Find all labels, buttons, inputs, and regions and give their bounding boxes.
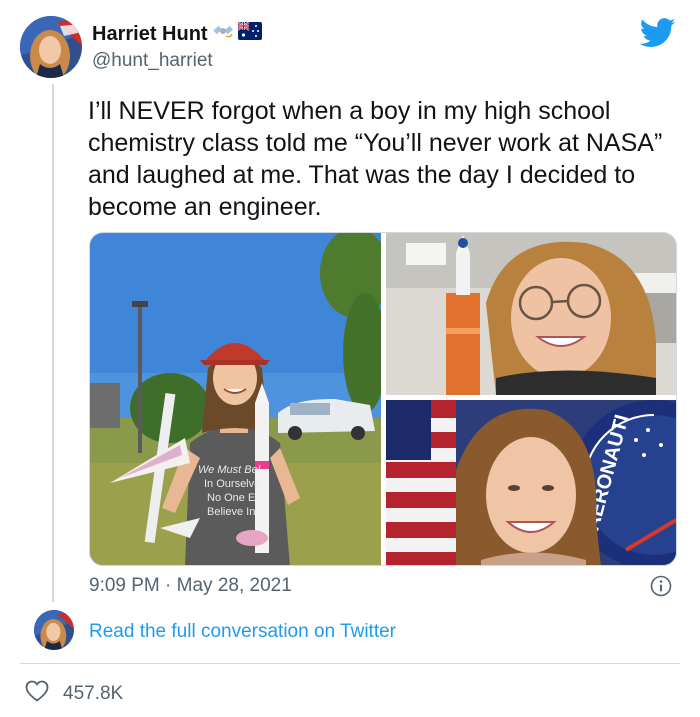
author-avatar[interactable] — [20, 16, 82, 78]
photo-selfie-model-rocket[interactable] — [386, 233, 676, 395]
like-count: 457.8K — [63, 682, 124, 704]
twitter-bird-icon[interactable] — [639, 18, 676, 48]
tweet-text: I’ll NEVER forgot when a boy in my high … — [88, 97, 663, 221]
conversation-avatar[interactable] — [34, 610, 74, 650]
tweet-timestamp[interactable]: 9:09 PM · May 28, 2021 — [89, 575, 292, 597]
heart-icon[interactable] — [25, 680, 49, 707]
shirt-text-line-3: No One E — [207, 492, 255, 504]
media-grid: We Must Bel In Ourselve No One E Believe… — [89, 232, 677, 566]
photo-nasa-portrait[interactable]: AERONAUTI — [386, 400, 676, 565]
shirt-text-line-2: In Ourselve — [204, 478, 260, 490]
australia-flag-icon — [236, 21, 262, 46]
photo-rocket-outdoors[interactable]: We Must Bel In Ourselve No One E Believe… — [90, 233, 381, 565]
like-button[interactable]: 457.8K — [25, 680, 123, 707]
footer-divider — [20, 663, 680, 664]
author-handle[interactable]: @hunt_harriet — [92, 50, 213, 72]
read-conversation-link[interactable]: Read the full conversation on Twitter — [89, 621, 396, 643]
author-name-row[interactable]: Harriet Hunt — [92, 20, 262, 48]
shirt-text-line-4: Believe In — [207, 506, 255, 518]
shirt-text-line-1: We Must Bel — [198, 464, 261, 476]
thread-line — [52, 84, 54, 602]
info-icon[interactable] — [650, 575, 672, 597]
satellite-emoji-icon — [212, 20, 234, 48]
author-display-name[interactable]: Harriet Hunt — [92, 23, 208, 46]
